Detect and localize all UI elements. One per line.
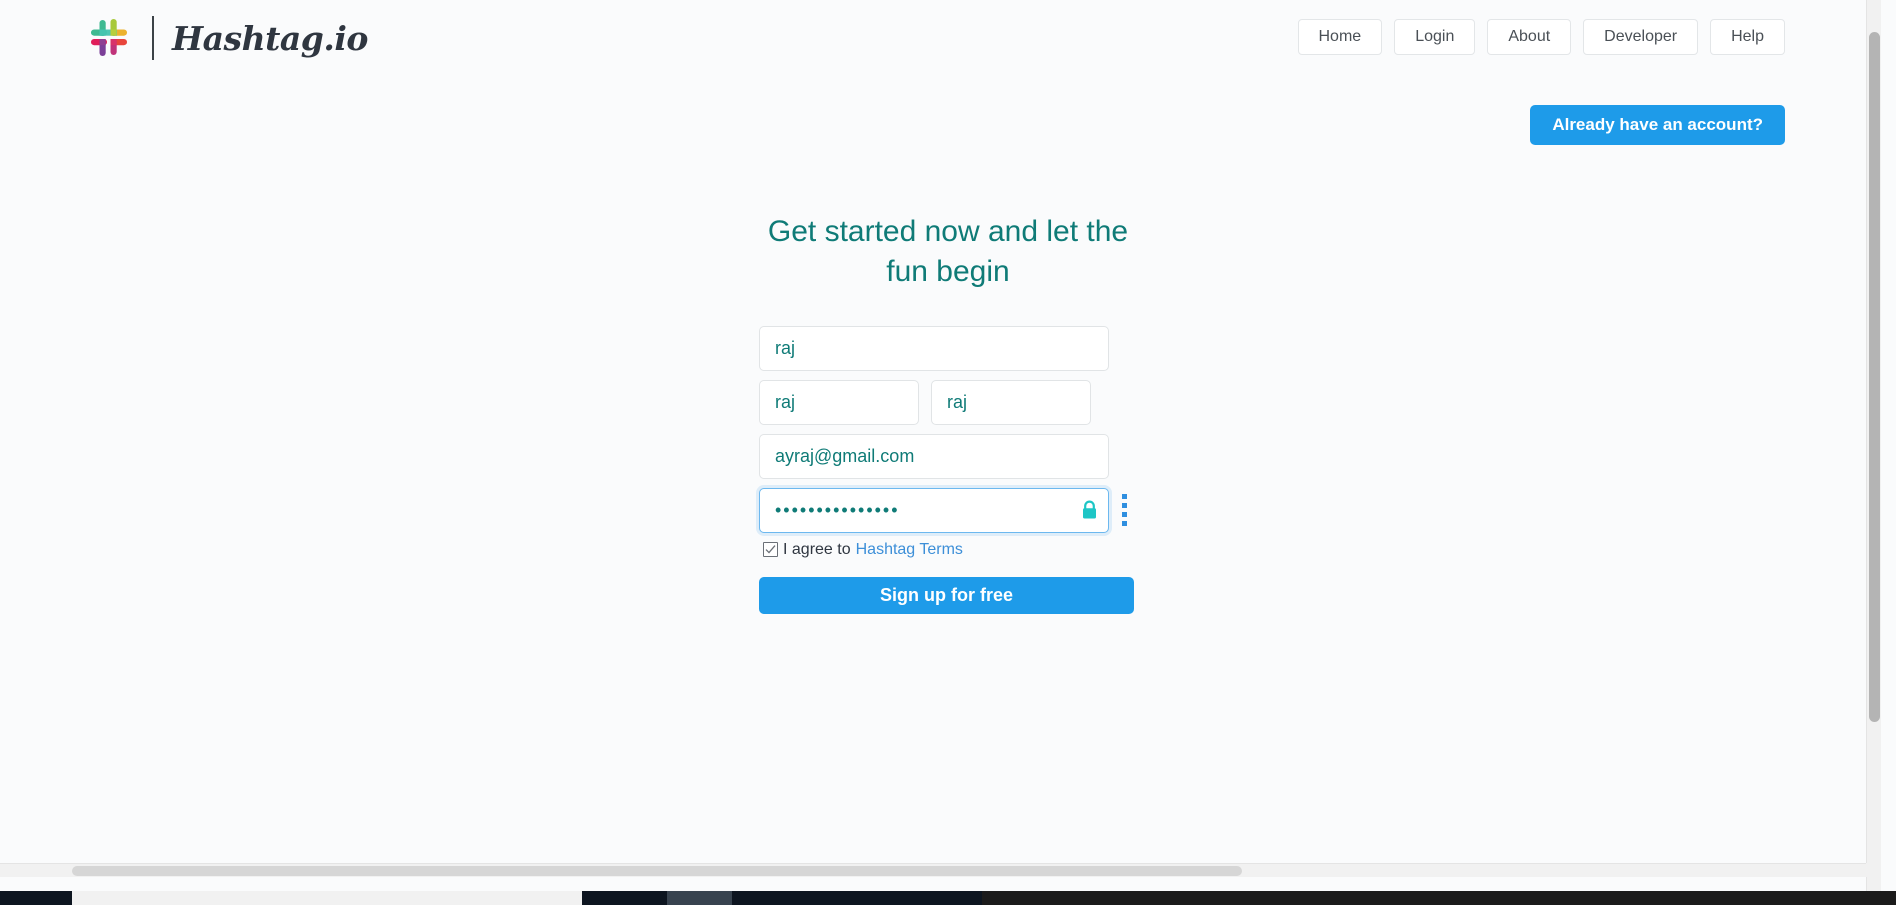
last-name-input[interactable] [931,379,1091,425]
vertical-scrollbar-thumb[interactable] [1869,32,1880,722]
terms-label: I agree to [783,540,851,558]
already-have-account-button[interactable]: Already have an account? [1530,105,1785,145]
password-input[interactable] [759,487,1109,533]
password-row [759,487,1137,533]
company-row [759,325,1137,371]
password-wrapper [759,487,1109,533]
os-strip-segment [582,891,667,905]
sign-up-button[interactable]: Sign up for free [759,576,1134,614]
terms-agreement: I agree to Hashtag Terms [763,541,1137,559]
signup-form: Get started now and let the fun begin ra… [759,212,1137,614]
nav-item-about[interactable]: About [1487,19,1572,55]
hashtag-terms-link[interactable]: Hashtag Terms [856,541,963,559]
browser-page: Hashtag.io Home Login About Developer He… [0,0,1896,905]
email-input[interactable] [759,433,1109,479]
horizontal-scrollbar[interactable] [0,863,1881,877]
kebab-menu-icon[interactable] [1120,492,1129,528]
hashtag-puzzle-logo-icon [88,17,130,59]
main-nav: Home Login About Developer Help [1297,19,1785,55]
nav-item-home[interactable]: Home [1297,19,1383,55]
os-strip-segment [72,891,582,905]
brand-divider [152,16,154,60]
email-row [759,433,1137,479]
os-strip-segment [732,891,982,905]
brand-name: Hashtag.io [172,18,368,58]
name-row [759,379,1137,425]
vertical-scrollbar[interactable] [1866,0,1881,891]
nav-item-developer[interactable]: Developer [1583,19,1699,55]
horizontal-scrollbar-thumb[interactable] [72,866,1242,876]
nav-item-login[interactable]: Login [1394,19,1476,55]
os-taskbar-strip [0,891,1896,905]
company-name-input[interactable] [759,325,1109,371]
os-strip-segment [667,891,732,905]
page-title: Get started now and let the fun begin [767,215,1129,288]
page-viewport: Hashtag.io Home Login About Developer He… [0,0,1881,891]
os-strip-segment [982,891,1896,905]
os-strip-segment [0,891,72,905]
nav-item-help[interactable]: Help [1710,19,1785,55]
terms-checkbox[interactable] [763,542,778,558]
scrollbar-corner [1866,863,1881,877]
first-name-input[interactable] [759,379,919,425]
brand-logo[interactable]: Hashtag.io [88,10,368,66]
site-header: Hashtag.io Home Login About Developer He… [0,0,1881,78]
